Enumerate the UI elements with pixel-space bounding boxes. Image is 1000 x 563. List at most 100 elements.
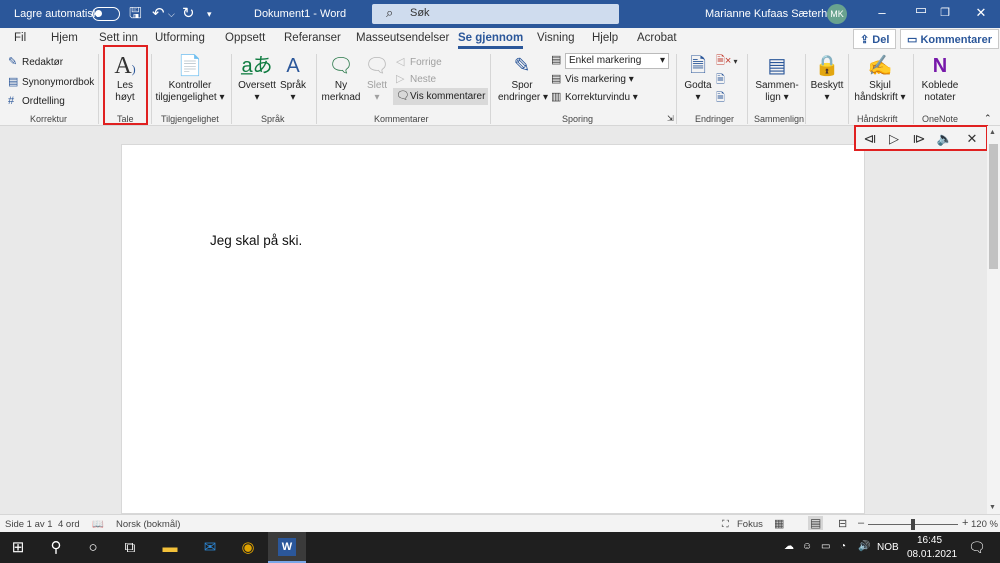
tab-hjelp[interactable]: Hjelp [592, 32, 618, 44]
markup-select-box[interactable]: Enkel markering ▾ [565, 53, 669, 69]
chrome-icon[interactable]: ◉ [236, 538, 260, 558]
search-icon[interactable]: ⚲ [44, 538, 68, 558]
reviewing-pane-button[interactable]: ▥ Korrekturvindu ▾ [551, 91, 638, 104]
tab-oppsett[interactable]: Oppsett [225, 32, 265, 44]
minimize-icon[interactable]: – [867, 3, 897, 23]
delete-comment-button[interactable]: 🗨 Slett ▾ [363, 54, 391, 104]
language-button[interactable]: A Språk ▾ [278, 54, 308, 104]
share-button[interactable]: ⇪ Del [853, 29, 897, 49]
chevron-down-icon: ▾ [897, 92, 906, 103]
word-count[interactable]: 4 ord [58, 519, 80, 530]
customize-toolbar-icon[interactable]: ▾ [207, 5, 212, 23]
collapse-ribbon-icon[interactable]: ⌃ [984, 112, 992, 124]
language-status[interactable]: Norsk (bokmål) [116, 519, 180, 530]
zoom-slider[interactable] [868, 519, 958, 530]
network-icon[interactable]: ◔ [840, 541, 846, 552]
linked-notes-button[interactable]: N Koblede notater [918, 54, 962, 104]
scroll-down-icon[interactable]: ▼ [989, 504, 996, 511]
windows-start-icon[interactable]: ⊞ [6, 538, 30, 558]
file-explorer-icon[interactable]: ▬ [158, 538, 182, 558]
accept-button[interactable]: 🗎 Godta ▾ [682, 54, 714, 104]
track-changes-button[interactable]: ✎ Spor endringer ▾ [498, 54, 548, 104]
sporing-dialog-launcher-icon[interactable]: ⇲ [667, 113, 674, 125]
task-view-icon[interactable]: ⧉ [118, 538, 142, 558]
undo-icon[interactable]: ↶ [152, 5, 165, 23]
save-icon[interactable]: 🖫 [129, 5, 142, 23]
zoom-level[interactable]: 120 % [971, 519, 998, 530]
avatar[interactable]: MK [827, 4, 847, 24]
zoom-slider-thumb[interactable] [911, 519, 915, 530]
show-markup-button[interactable]: ▤ Vis markering ▾ [551, 73, 634, 86]
previous-comment-button[interactable]: ◁ Forrige [396, 56, 442, 69]
reject-icon[interactable]: 🗎× ▾ [716, 55, 738, 68]
tab-utforming[interactable]: Utforming [155, 32, 205, 44]
tab-visning[interactable]: Visning [537, 32, 575, 44]
show-markup-icon: ▤ [551, 73, 562, 85]
weather-icon[interactable]: ☁ [784, 541, 794, 552]
previous-change-icon[interactable]: 🗎 [716, 74, 725, 86]
web-layout-icon[interactable]: ⊟ [838, 517, 847, 530]
document-text[interactable]: Jeg skal på ski. [210, 233, 302, 248]
tab-se-gjennom[interactable]: Se gjennom [458, 32, 524, 49]
search-box[interactable]: ⌕ Søk [372, 4, 619, 24]
print-layout-icon[interactable]: ▤ [808, 516, 824, 530]
next-comment-icon: ▷ [396, 73, 405, 85]
clock-date[interactable]: 08.01.2021 [907, 549, 957, 560]
group-label-handskrift: Håndskrift [857, 114, 898, 124]
hide-ink-button[interactable]: ✍ Skjul håndskrift ▾ [852, 54, 908, 104]
restore-icon[interactable]: ❐ [930, 3, 960, 23]
thesaurus-button[interactable]: ▤ Synonymordbok [8, 76, 94, 89]
tab-referanser[interactable]: Referanser [284, 32, 341, 44]
tab-sett-inn[interactable]: Sett inn [99, 32, 138, 44]
document-page[interactable]: Jeg skal på ski. [121, 144, 865, 514]
next-paragraph-icon[interactable]: ⧐ [909, 131, 929, 147]
notification-icon[interactable]: 🗨 [968, 539, 986, 556]
previous-paragraph-icon[interactable]: ⧏ [860, 131, 880, 147]
tab-hjem[interactable]: Hjem [51, 32, 78, 44]
focus-label[interactable]: Fokus [737, 519, 763, 530]
undo-dropdown-icon[interactable]: ⌵ [168, 5, 175, 23]
proofing-icon[interactable]: 📖 [92, 519, 104, 530]
status-bar: Side 1 av 1 4 ord 📖 Norsk (bokmål) ⛶ Fok… [0, 514, 1000, 532]
cortana-icon[interactable]: ○ [81, 538, 105, 558]
input-language[interactable]: NOB [877, 542, 899, 553]
autosave-toggle[interactable] [92, 7, 120, 21]
new-comment-button[interactable]: 🗨 Ny merknad [321, 54, 361, 104]
volume-icon[interactable]: 🔊 [858, 541, 870, 552]
show-comments-button[interactable]: 🗨Vis kommentarer [393, 88, 489, 105]
play-icon[interactable]: ▷ [884, 131, 904, 147]
page-count[interactable]: Side 1 av 1 [5, 519, 53, 530]
editor-button[interactable]: ✎ Redaktør [8, 56, 63, 69]
next-comment-button[interactable]: ▷ Neste [396, 73, 436, 86]
tab-masseutsendelser[interactable]: Masseutsendelser [356, 32, 449, 44]
next-change-icon[interactable]: 🗎 [716, 92, 725, 104]
read-mode-icon[interactable]: ▦ [774, 517, 784, 530]
people-icon[interactable]: ☺ [802, 541, 812, 552]
close-icon[interactable]: ✕ [966, 3, 996, 23]
previous-comment-icon: ◁ [396, 56, 405, 68]
zoom-out-button[interactable]: – [858, 517, 864, 529]
protect-button[interactable]: 🔒 Beskytt ▾ [809, 54, 845, 104]
delete-comment-label: Slett [366, 80, 387, 91]
tab-fil[interactable]: Fil [14, 32, 26, 44]
comments-button[interactable]: ▭ Kommentarer [900, 29, 999, 49]
word-taskbar-button[interactable]: W [268, 532, 306, 563]
scrollbar-thumb[interactable] [989, 144, 998, 269]
focus-icon[interactable]: ⛶ [722, 519, 729, 530]
clock-time[interactable]: 16:45 [917, 535, 942, 546]
battery-icon[interactable]: ▭ [821, 541, 830, 552]
compare-button[interactable]: ▤ Sammen- lign ▾ [753, 54, 801, 104]
reviewing-pane-label: Korrekturvindu [565, 92, 631, 103]
zoom-in-button[interactable]: + [962, 517, 968, 529]
tab-acrobat[interactable]: Acrobat [637, 32, 677, 44]
mail-icon[interactable]: ✉ [198, 538, 222, 558]
scroll-up-icon[interactable]: ▲ [989, 129, 996, 136]
markup-select[interactable]: ▤ Enkel markering ▾ [551, 53, 669, 69]
translate-button[interactable]: a̲あ Oversett ▾ [236, 54, 278, 104]
voice-settings-icon[interactable]: 🔈 [935, 131, 955, 147]
word-count-button[interactable]: # Ordtelling [8, 95, 65, 108]
vertical-scrollbar[interactable]: ▲ ▼ [987, 126, 1000, 514]
close-read-aloud-icon[interactable]: ✕ [962, 131, 982, 147]
redo-icon[interactable]: ↻ [182, 5, 195, 23]
accessibility-check-button[interactable]: 📄 Kontroller tilgjengelighet ▾ [154, 54, 226, 104]
